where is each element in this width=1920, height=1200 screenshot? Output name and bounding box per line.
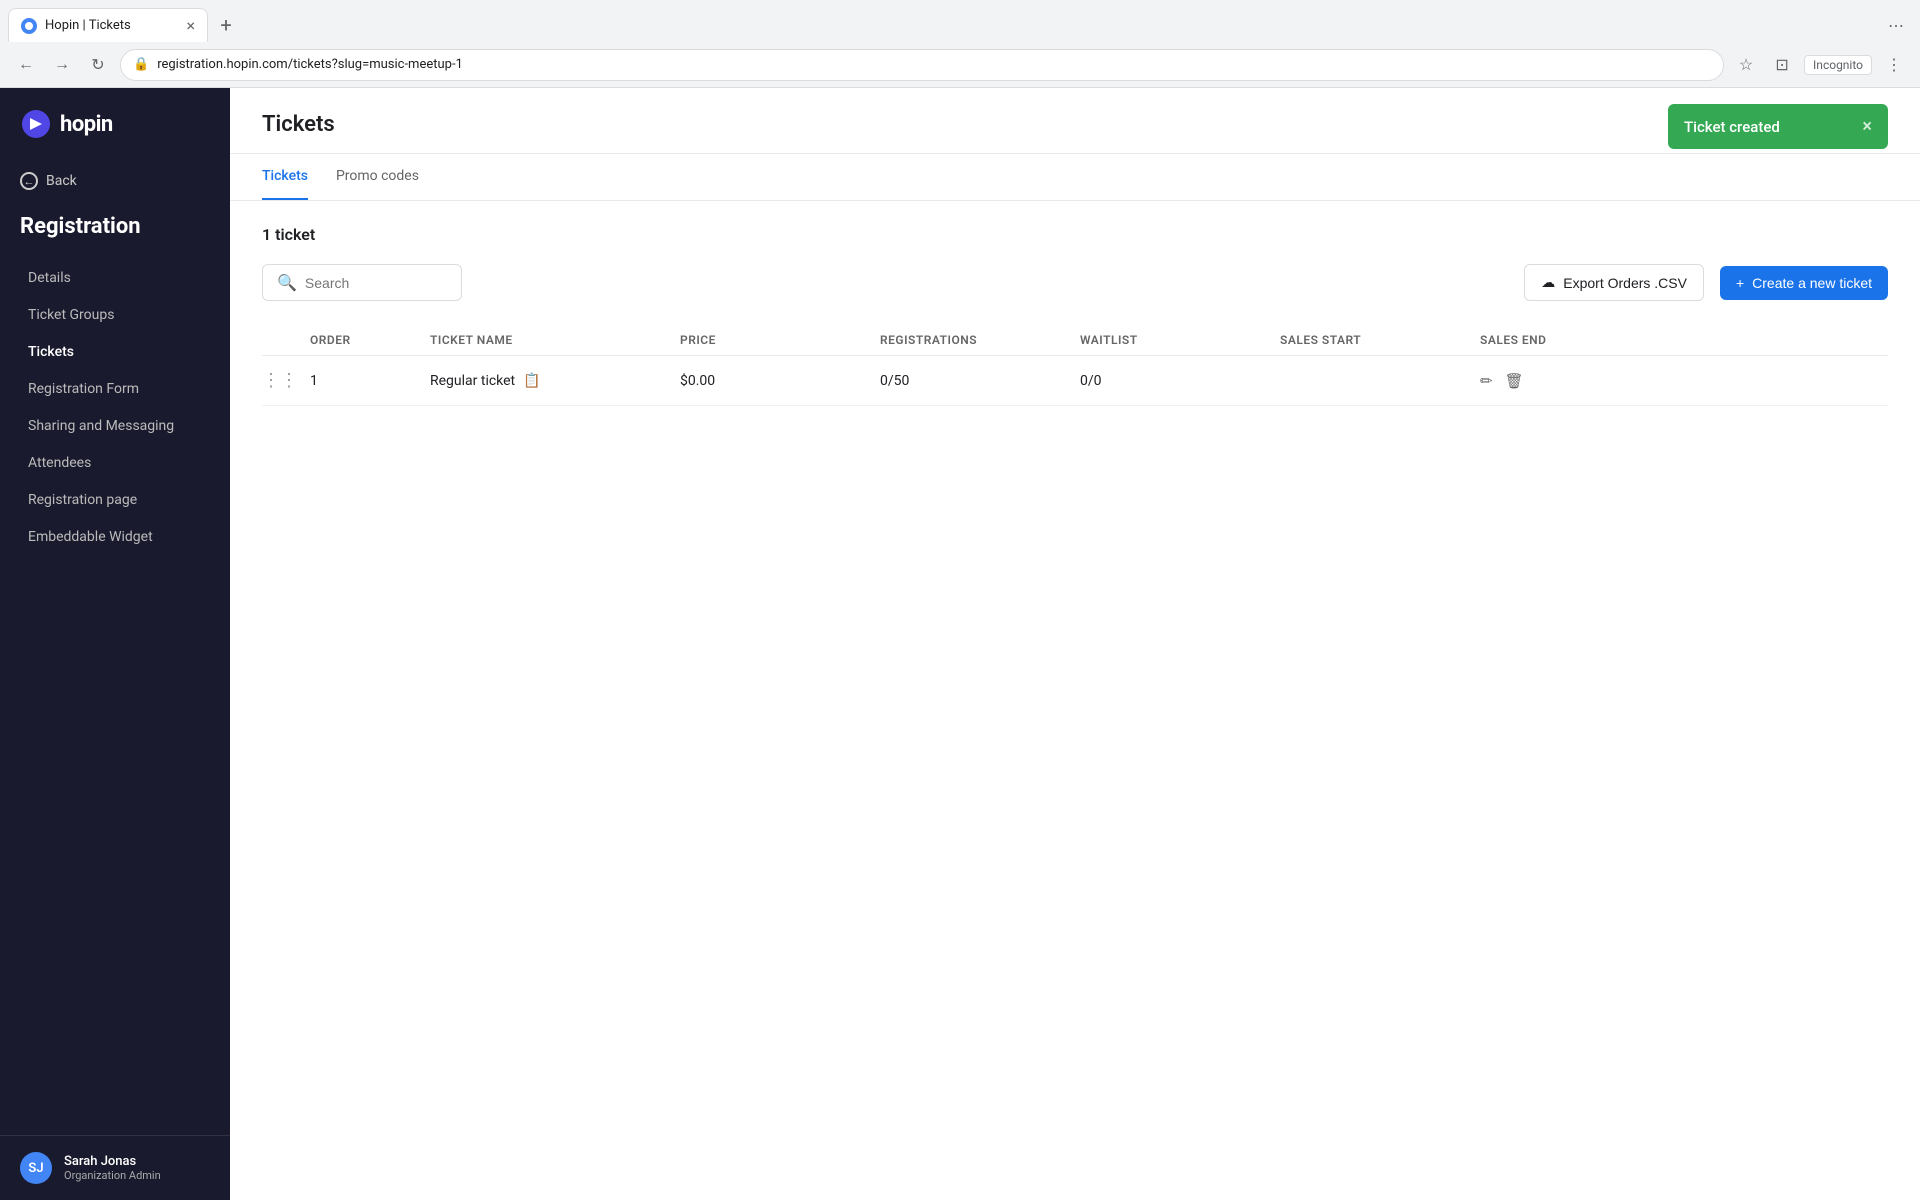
- sidebar-item-registration-page[interactable]: Registration page: [8, 482, 222, 518]
- drag-handle-icon: ⋮⋮: [262, 370, 298, 391]
- hopin-logo-icon: [20, 108, 52, 140]
- tabs-bar: Tickets Promo codes: [230, 154, 1920, 201]
- split-screen-button[interactable]: ⊡: [1768, 51, 1796, 79]
- footer-role: Organization Admin: [64, 1169, 161, 1182]
- create-btn-label: Create a new ticket: [1752, 275, 1872, 291]
- back-button[interactable]: ← Back: [0, 164, 230, 206]
- back-nav-button[interactable]: ←: [12, 51, 40, 79]
- col-waitlist: WAITLIST: [1080, 333, 1280, 347]
- footer-user: Sarah Jonas Organization Admin: [64, 1154, 161, 1182]
- export-icon: ☁: [1541, 274, 1555, 291]
- row-registrations: 0/50: [880, 373, 1080, 389]
- col-registrations: REGISTRATIONS: [880, 333, 1080, 347]
- tab-tickets[interactable]: Tickets: [262, 154, 308, 200]
- back-icon: ←: [20, 172, 38, 190]
- search-box[interactable]: 🔍: [262, 264, 462, 301]
- sidebar-item-embeddable-widget[interactable]: Embeddable Widget: [8, 519, 222, 555]
- page-title: Tickets: [262, 112, 335, 137]
- back-label: Back: [46, 173, 77, 189]
- export-btn-label: Export Orders .CSV: [1563, 275, 1687, 291]
- browser-menu-button[interactable]: ⋯: [1888, 16, 1912, 35]
- forward-nav-button[interactable]: →: [48, 51, 76, 79]
- main-content: Ticket created × Tickets Tickets Promo c…: [230, 88, 1920, 1200]
- toolbar-actions: ☁ Export Orders .CSV + Create a new tick…: [1524, 264, 1888, 301]
- tab-favicon: [21, 18, 37, 34]
- url-text: registration.hopin.com/tickets?slug=musi…: [157, 57, 1711, 72]
- table-row: ⋮⋮ 1 Regular ticket 📋 $0.00 0/50 0/0 ✏: [262, 356, 1888, 406]
- sidebar-section-title: Registration: [0, 206, 230, 259]
- row-waitlist: 0/0: [1080, 373, 1280, 389]
- tickets-table: ORDER TICKET NAME PRICE REGISTRATIONS WA…: [262, 325, 1888, 406]
- col-ticket-name: TICKET NAME: [430, 333, 680, 347]
- browser-tab[interactable]: Hopin | Tickets ×: [8, 8, 208, 42]
- new-tab-button[interactable]: +: [212, 11, 240, 39]
- lock-icon: 🔒: [133, 57, 149, 72]
- export-csv-button[interactable]: ☁ Export Orders .CSV: [1524, 264, 1704, 301]
- row-price: $0.00: [680, 373, 880, 389]
- sidebar-logo: hopin: [0, 88, 230, 164]
- main-header: Tickets: [230, 88, 1920, 154]
- browser-controls: ← → ↻ 🔒 registration.hopin.com/tickets?s…: [0, 42, 1920, 87]
- drag-handle[interactable]: ⋮⋮: [262, 370, 310, 391]
- toolbar: 🔍 ☁ Export Orders .CSV + Create a new ti…: [262, 264, 1888, 301]
- tab-bar: Hopin | Tickets × + ⋯: [0, 0, 1920, 42]
- copy-icon[interactable]: 📋: [523, 373, 540, 389]
- toast-close-button[interactable]: ×: [1862, 116, 1872, 137]
- delete-icon[interactable]: 🗑: [1505, 372, 1524, 390]
- content-area: 1 ticket 🔍 ☁ Export Orders .CSV + Create…: [230, 201, 1920, 430]
- toast-notification: Ticket created ×: [1668, 104, 1888, 149]
- reload-button[interactable]: ↻: [84, 51, 112, 79]
- search-icon: 🔍: [277, 273, 297, 292]
- logo-text: hopin: [60, 112, 113, 137]
- sidebar-footer: SJ Sarah Jonas Organization Admin: [0, 1135, 230, 1200]
- col-sales-end: SALES END: [1480, 333, 1560, 347]
- create-ticket-button[interactable]: + Create a new ticket: [1720, 266, 1888, 300]
- row-actions: ✏ 🗑: [1480, 372, 1560, 390]
- sidebar-item-attendees[interactable]: Attendees: [8, 445, 222, 481]
- row-order: 1: [310, 373, 430, 389]
- sidebar-item-tickets[interactable]: Tickets: [8, 334, 222, 370]
- toast-message: Ticket created: [1684, 118, 1780, 136]
- tab-close-button[interactable]: ×: [186, 18, 195, 34]
- sidebar-item-details[interactable]: Details: [8, 260, 222, 296]
- bookmark-button[interactable]: ☆: [1732, 51, 1760, 79]
- url-bar[interactable]: 🔒 registration.hopin.com/tickets?slug=mu…: [120, 49, 1724, 81]
- row-ticket-name-cell: Regular ticket 📋: [430, 373, 680, 389]
- browser-actions: ☆ ⊡ Incognito ⋮: [1732, 51, 1908, 79]
- edit-icon[interactable]: ✏: [1480, 372, 1493, 390]
- avatar: SJ: [20, 1152, 52, 1184]
- ticket-count: 1 ticket: [262, 225, 1888, 244]
- col-order: ORDER: [310, 333, 430, 347]
- browser-more-button[interactable]: ⋮: [1880, 51, 1908, 79]
- tab-title: Hopin | Tickets: [45, 18, 178, 33]
- footer-username: Sarah Jonas: [64, 1154, 161, 1169]
- sidebar: hopin ← Back Registration Details Ticket…: [0, 88, 230, 1200]
- search-input[interactable]: [305, 275, 447, 291]
- row-ticket-name: Regular ticket: [430, 373, 515, 389]
- row-sales-end: ✏ 🗑: [1480, 372, 1560, 390]
- table-header: ORDER TICKET NAME PRICE REGISTRATIONS WA…: [262, 325, 1888, 356]
- plus-icon: +: [1736, 275, 1744, 291]
- browser-chrome: Hopin | Tickets × + ⋯ ← → ↻ 🔒 registrati…: [0, 0, 1920, 88]
- col-sales-start: SALES START: [1280, 333, 1480, 347]
- sidebar-item-registration-form[interactable]: Registration Form: [8, 371, 222, 407]
- sidebar-nav: Details Ticket Groups Tickets Registrati…: [0, 259, 230, 1135]
- col-price: PRICE: [680, 333, 880, 347]
- incognito-badge[interactable]: Incognito: [1804, 55, 1872, 75]
- sidebar-item-ticket-groups[interactable]: Ticket Groups: [8, 297, 222, 333]
- col-drag: [262, 333, 310, 347]
- app-container: hopin ← Back Registration Details Ticket…: [0, 88, 1920, 1200]
- sidebar-item-sharing-messaging[interactable]: Sharing and Messaging: [8, 408, 222, 444]
- tab-promo-codes[interactable]: Promo codes: [336, 154, 419, 200]
